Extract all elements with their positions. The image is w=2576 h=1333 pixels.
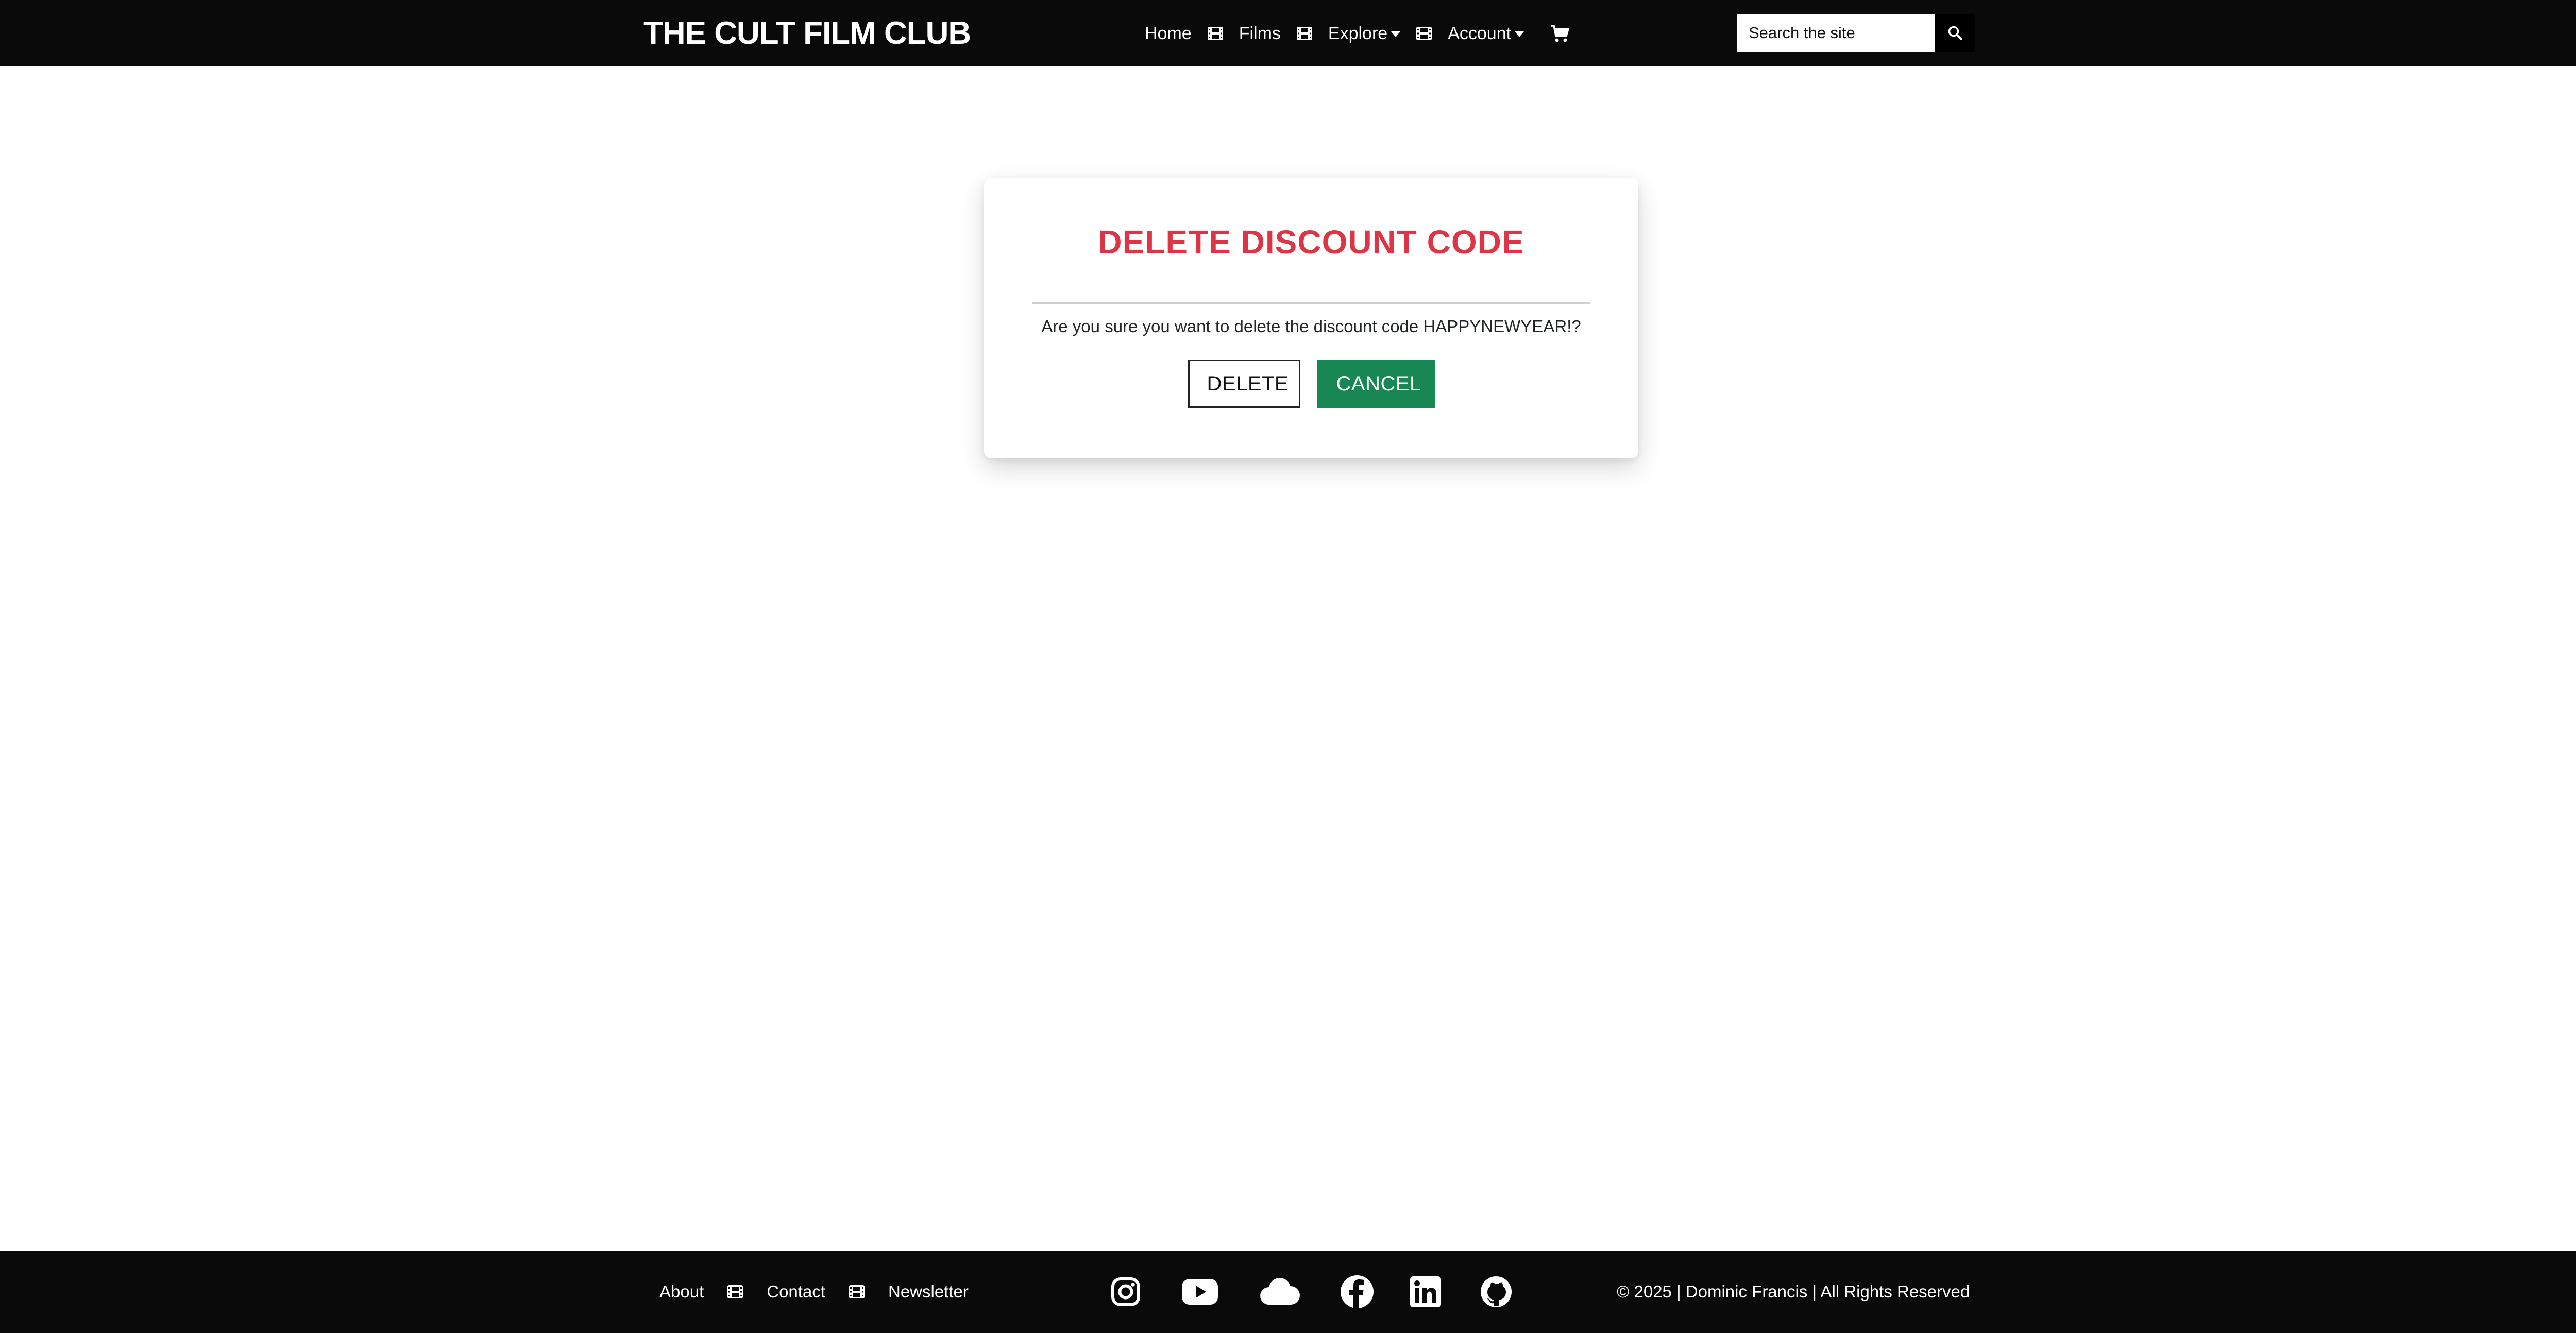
page-title: DELETE DISCOUNT CODE: [1098, 224, 1524, 261]
search-icon: [1948, 26, 1962, 40]
shopping-cart-icon[interactable]: [1550, 24, 1570, 43]
site-search: [1737, 14, 1975, 52]
nav-account-label: Account: [1448, 23, 1512, 43]
nav-home[interactable]: Home: [1145, 24, 1192, 44]
film-icon: [849, 1285, 865, 1298]
footer-link-contact[interactable]: Contact: [767, 1282, 825, 1302]
footer-link-newsletter[interactable]: Newsletter: [888, 1282, 969, 1302]
youtube-icon[interactable]: [1181, 1278, 1218, 1305]
film-icon: [1207, 27, 1223, 40]
main-nav: Home Films Explore Account: [1145, 15, 1570, 52]
caret-down-icon: [1391, 31, 1401, 37]
film-icon: [1296, 27, 1312, 40]
github-icon[interactable]: [1480, 1276, 1512, 1308]
brand-logo[interactable]: THE CULT FILM CLUB: [643, 13, 971, 54]
action-buttons: DELETE CANCEL: [984, 360, 1638, 408]
caret-down-icon: [1515, 31, 1524, 37]
copyright-text: © 2025 | Dominic Francis | All Rights Re…: [1617, 1282, 1970, 1301]
cloud-icon[interactable]: [1259, 1277, 1301, 1306]
nav-films[interactable]: Films: [1239, 24, 1281, 44]
footer-link-about[interactable]: About: [659, 1282, 704, 1302]
delete-button[interactable]: DELETE: [1188, 360, 1300, 408]
top-navbar: THE CULT FILM CLUB Home Films Explore Ac…: [0, 0, 2576, 66]
instagram-icon[interactable]: [1110, 1276, 1141, 1307]
film-icon: [727, 1285, 743, 1298]
nav-explore-label: Explore: [1328, 23, 1388, 43]
facebook-icon[interactable]: [1340, 1275, 1374, 1309]
cancel-button[interactable]: CANCEL: [1317, 360, 1435, 408]
confirmation-message: Are you sure you want to delete the disc…: [1041, 317, 1581, 336]
divider: [1032, 302, 1590, 304]
search-button[interactable]: [1935, 14, 1975, 52]
nav-explore-dropdown[interactable]: Explore: [1328, 23, 1401, 44]
page-footer: About Contact Newsletter © 2025 | Domini…: [0, 1251, 2576, 1333]
linkedin-icon[interactable]: [1410, 1276, 1441, 1307]
nav-account-dropdown[interactable]: Account: [1448, 24, 1524, 44]
social-links: [1110, 1271, 1512, 1312]
delete-discount-card: DELETE DISCOUNT CODE Are you sure you wa…: [984, 178, 1638, 458]
film-icon: [1416, 27, 1432, 40]
search-input[interactable]: [1737, 14, 1935, 52]
footer-nav: About Contact Newsletter: [659, 1274, 969, 1310]
